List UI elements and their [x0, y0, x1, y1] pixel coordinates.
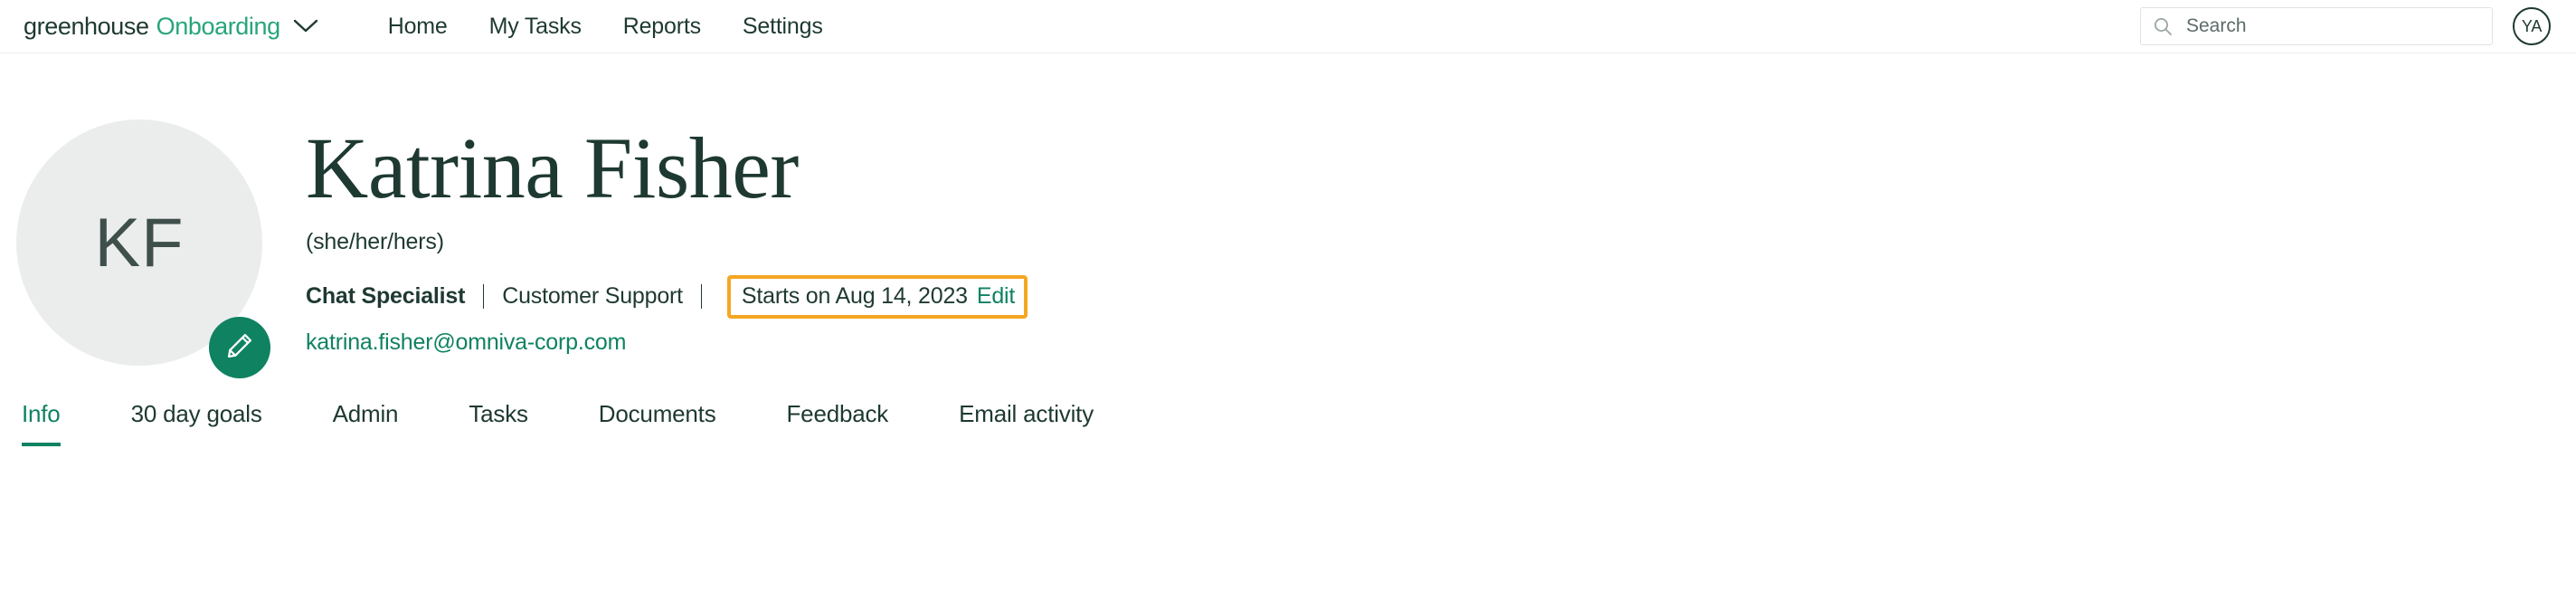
- pencil-icon: [224, 330, 255, 366]
- tab-feedback[interactable]: Feedback: [787, 400, 889, 446]
- edit-avatar-button[interactable]: [209, 317, 270, 378]
- nav-item-home[interactable]: Home: [367, 14, 469, 40]
- meta-divider: [700, 284, 702, 310]
- page-title: Katrina Fisher: [306, 119, 799, 216]
- profile-header: KF Katrina Fisher (she/her/hers) Chat Sp…: [0, 53, 2576, 378]
- account-avatar[interactable]: YA: [2513, 7, 2551, 45]
- brand-primary-text: greenhouse: [24, 12, 149, 40]
- nav-item-reports[interactable]: Reports: [602, 14, 722, 40]
- tab-30-day-goals[interactable]: 30 day goals: [131, 400, 262, 446]
- top-navigation-bar: greenhouse Onboarding Home My Tasks Repo…: [0, 0, 2576, 53]
- profile-details: Katrina Fisher (she/her/hers) Chat Speci…: [306, 119, 1028, 356]
- profile-tabs: Info 30 day goals Admin Tasks Documents …: [0, 400, 2576, 446]
- nav-item-my-tasks[interactable]: My Tasks: [469, 14, 602, 40]
- search-icon: [2152, 15, 2174, 37]
- profile-avatar-wrapper: KF: [16, 119, 270, 378]
- job-title-text: Chat Specialist: [306, 283, 466, 310]
- chevron-down-icon[interactable]: [293, 18, 318, 34]
- top-bar-right-group: YA: [2140, 7, 2551, 45]
- pronouns-text: (she/her/hers): [306, 228, 444, 254]
- profile-meta-row: Chat Specialist Customer Support Starts …: [306, 274, 1028, 319]
- tab-tasks[interactable]: Tasks: [469, 400, 528, 446]
- brand-logo[interactable]: greenhouse Onboarding: [24, 14, 318, 39]
- email-link[interactable]: katrina.fisher@omniva-corp.com: [306, 329, 626, 356]
- search-box[interactable]: [2140, 7, 2493, 45]
- start-date-highlight: Starts on Aug 14, 2023 Edit: [726, 274, 1028, 319]
- meta-divider: [483, 284, 485, 310]
- tab-email-activity[interactable]: Email activity: [959, 400, 1094, 446]
- brand-secondary-text: Onboarding: [156, 12, 281, 40]
- department-text: Customer Support: [502, 283, 683, 310]
- tab-info[interactable]: Info: [22, 400, 61, 446]
- tab-admin[interactable]: Admin: [333, 400, 399, 446]
- main-navigation: Home My Tasks Reports Settings: [367, 14, 844, 40]
- nav-item-settings[interactable]: Settings: [722, 14, 844, 40]
- tab-documents[interactable]: Documents: [599, 400, 716, 446]
- edit-start-date-link[interactable]: Edit: [977, 283, 1015, 310]
- search-input[interactable]: [2184, 14, 2481, 38]
- start-date-text: Starts on Aug 14, 2023: [741, 282, 968, 309]
